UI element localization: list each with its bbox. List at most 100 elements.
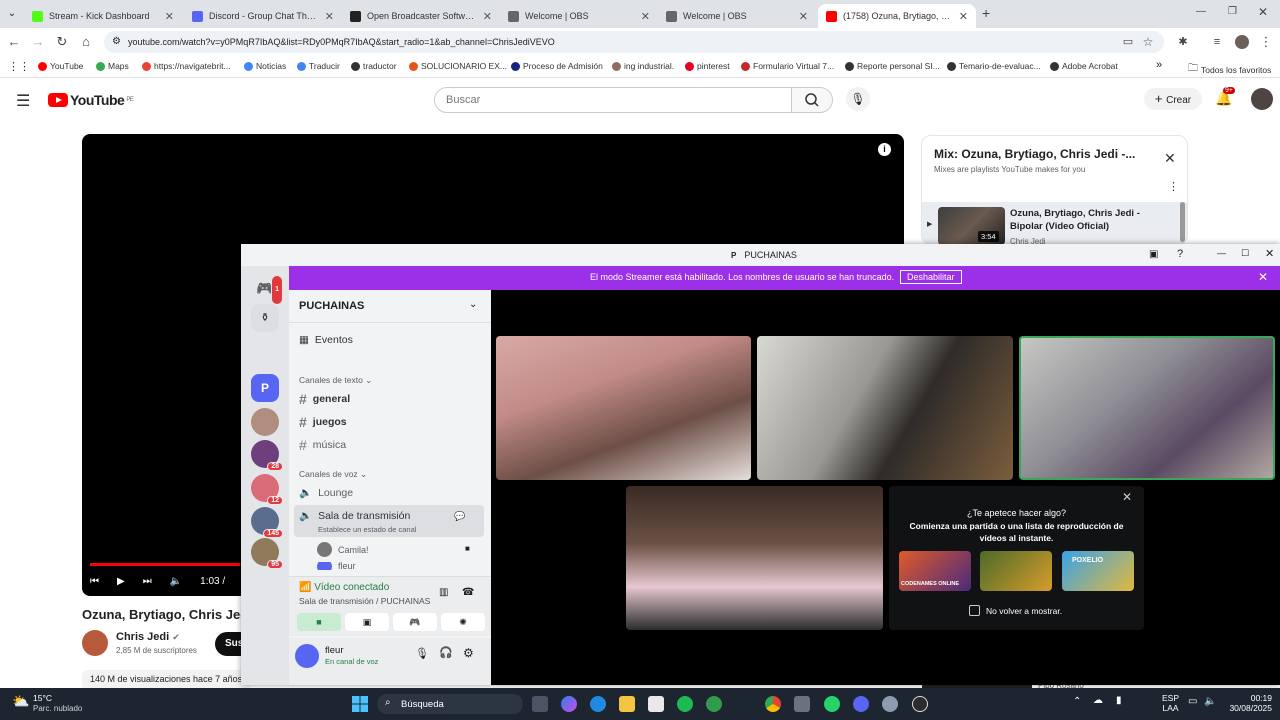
- voice-channel-lounge[interactable]: 🔈 Lounge: [299, 486, 353, 500]
- browser-tab[interactable]: Stream - Kick Dashboard ✕: [24, 4, 182, 28]
- weather-icon[interactable]: ⛅: [12, 693, 29, 710]
- account-avatar[interactable]: [1251, 88, 1273, 110]
- tab-close-icon[interactable]: ✕: [483, 10, 492, 23]
- voice-search-icon[interactable]: 🎙: [846, 87, 870, 111]
- apps-grid-icon[interactable]: ⋮⋮: [8, 60, 30, 73]
- folder-server-icon[interactable]: ⚱: [251, 304, 279, 332]
- events-item[interactable]: ▦ Eventos: [299, 334, 353, 346]
- discord-home-icon[interactable]: 🎮 1: [251, 274, 283, 305]
- channel-avatar[interactable]: [82, 630, 108, 656]
- site-info-icon[interactable]: ⚙: [112, 31, 121, 53]
- headphones-icon[interactable]: 🎧: [439, 646, 453, 659]
- tray-icon-2[interactable]: ▮: [1116, 695, 1122, 706]
- play-icon[interactable]: ▶: [117, 576, 125, 587]
- language-indicator[interactable]: ESP LAA: [1162, 693, 1179, 713]
- whatsapp-icon[interactable]: [824, 696, 840, 712]
- chrome-canary-icon[interactable]: [706, 696, 722, 712]
- youtube-logo[interactable]: YouTube PE: [48, 92, 134, 108]
- video-tile-2[interactable]: [757, 336, 1013, 480]
- close-playlist-icon[interactable]: ✕: [1164, 150, 1176, 167]
- chat-icon[interactable]: 💬: [454, 511, 465, 522]
- voice-channels-category[interactable]: Canales de voz ⌄: [299, 469, 367, 480]
- server-avatar-5[interactable]: 145: [251, 507, 283, 538]
- activity-button[interactable]: 🎮: [393, 613, 437, 631]
- server-dropdown-icon[interactable]: ⌄: [469, 299, 477, 310]
- back-icon[interactable]: ←: [6, 34, 22, 50]
- video-toggle-button[interactable]: ■: [297, 613, 341, 631]
- playlist-item[interactable]: ▶ 3:54 Ozuna, Brytiago, Chris Jedi - Bip…: [922, 202, 1187, 244]
- spotify-icon[interactable]: [677, 696, 693, 712]
- tray-icon-1[interactable]: ☁: [1093, 695, 1103, 706]
- notifications-bell-icon[interactable]: 🔔 9+: [1215, 87, 1235, 107]
- voice-user-fleur[interactable]: fleur: [317, 562, 356, 570]
- bookmark-item[interactable]: https://navigatebrit...: [142, 61, 231, 71]
- url-bar[interactable]: ⚙ youtube.com/watch?v=y0PMqR7IbAQ&list=R…: [104, 31, 1164, 53]
- settings-gear-icon[interactable]: ⚙: [463, 646, 474, 660]
- bookmark-item[interactable]: Temario-de-evaluac...: [947, 61, 1041, 71]
- channel-general[interactable]: # general: [299, 391, 350, 407]
- user-avatar[interactable]: [295, 644, 319, 668]
- dc-minimize-icon[interactable]: —: [1217, 248, 1226, 258]
- bookmark-item[interactable]: Adobe Acrobat: [1050, 61, 1118, 71]
- tray-chevron-icon[interactable]: ⌃: [1073, 696, 1081, 707]
- mic-icon[interactable]: 🎙: [415, 647, 429, 660]
- start-windows-icon[interactable]: [352, 696, 368, 712]
- bookmark-item[interactable]: Noticias: [244, 61, 286, 71]
- tab-search-icon[interactable]: ⌄: [4, 6, 20, 22]
- previous-icon[interactable]: ⏮: [90, 576, 99, 587]
- edge-icon[interactable]: [590, 696, 606, 712]
- browser-tab[interactable]: Discord - Group Chat That's All ✕: [184, 4, 342, 28]
- activity-game-2[interactable]: [980, 551, 1052, 591]
- task-view-icon[interactable]: [532, 696, 548, 712]
- dc-close-icon[interactable]: ✕: [1265, 247, 1274, 260]
- copilot-icon[interactable]: [561, 696, 577, 712]
- tab-close-icon[interactable]: ✕: [325, 10, 334, 23]
- home-icon[interactable]: ⌂: [78, 34, 94, 50]
- search-button[interactable]: [791, 87, 833, 113]
- info-icon[interactable]: i: [878, 143, 891, 156]
- browser-tab[interactable]: (1758) Ozuna, Brytiago, Chris Je ✕: [818, 4, 976, 28]
- voice-user-camila[interactable]: Camila!: [317, 542, 369, 557]
- playlist-scrollbar[interactable]: [1180, 202, 1185, 242]
- channel-juegos[interactable]: # juegos: [299, 414, 347, 430]
- browser-tab[interactable]: Welcome | OBS ✕: [658, 4, 816, 28]
- bookmark-item[interactable]: Proceso de Admisión: [511, 61, 603, 71]
- create-button[interactable]: + Crear: [1144, 88, 1202, 110]
- forward-icon[interactable]: →: [30, 34, 46, 50]
- bookmark-item[interactable]: SOLUCIONARIO EX...: [409, 61, 507, 71]
- browser-tab[interactable]: Welcome | OBS ✕: [500, 4, 658, 28]
- server-avatar-4[interactable]: 12: [251, 474, 283, 505]
- bookmark-item[interactable]: Reporte personal SI...: [845, 61, 940, 71]
- profile-avatar[interactable]: [1235, 35, 1249, 49]
- obs-icon[interactable]: [912, 696, 928, 712]
- playlist-menu-icon[interactable]: ⋮: [1168, 180, 1179, 193]
- cast-icon[interactable]: ▭: [1120, 34, 1136, 50]
- tab-close-icon[interactable]: ✕: [165, 10, 174, 23]
- store-icon[interactable]: [648, 696, 664, 712]
- reading-list-icon[interactable]: ≡: [1209, 34, 1225, 50]
- reload-icon[interactable]: ↻: [54, 34, 70, 50]
- calculator-icon[interactable]: [794, 696, 810, 712]
- server-avatar-3[interactable]: 28: [251, 440, 283, 471]
- bookmark-item[interactable]: Formulario Virtual 7...: [741, 61, 834, 71]
- screen-share-button[interactable]: ▣: [345, 613, 389, 631]
- clock[interactable]: 00:19 30/08/2025: [1218, 693, 1272, 713]
- dont-show-again-checkbox[interactable]: No volver a mostrar.: [969, 605, 1062, 616]
- server-puchainas[interactable]: P: [251, 374, 279, 402]
- close-window-icon[interactable]: ✕: [1258, 5, 1268, 19]
- video-tile-1[interactable]: [496, 336, 751, 480]
- bookmark-item[interactable]: Traducir: [297, 61, 340, 71]
- server-avatar-2[interactable]: [251, 408, 279, 436]
- tab-close-icon[interactable]: ✕: [959, 10, 968, 23]
- discord-taskbar-icon[interactable]: [853, 696, 869, 712]
- bookmark-item[interactable]: YouTube: [38, 61, 83, 71]
- chrome-icon[interactable]: [765, 696, 781, 712]
- disable-streamer-button[interactable]: Deshabilitar: [900, 270, 962, 284]
- extensions-icon[interactable]: ✱: [1175, 34, 1191, 50]
- search-input[interactable]: Buscar: [434, 87, 792, 113]
- activity-game-codenames[interactable]: CODENAMES ONLINE: [899, 551, 971, 591]
- channel-name[interactable]: Chris Jedi ✔: [116, 631, 180, 643]
- video-progress-bar[interactable]: [90, 563, 240, 566]
- noise-icon[interactable]: ▥: [439, 587, 448, 598]
- menu-icon[interactable]: ⋮: [1258, 34, 1274, 50]
